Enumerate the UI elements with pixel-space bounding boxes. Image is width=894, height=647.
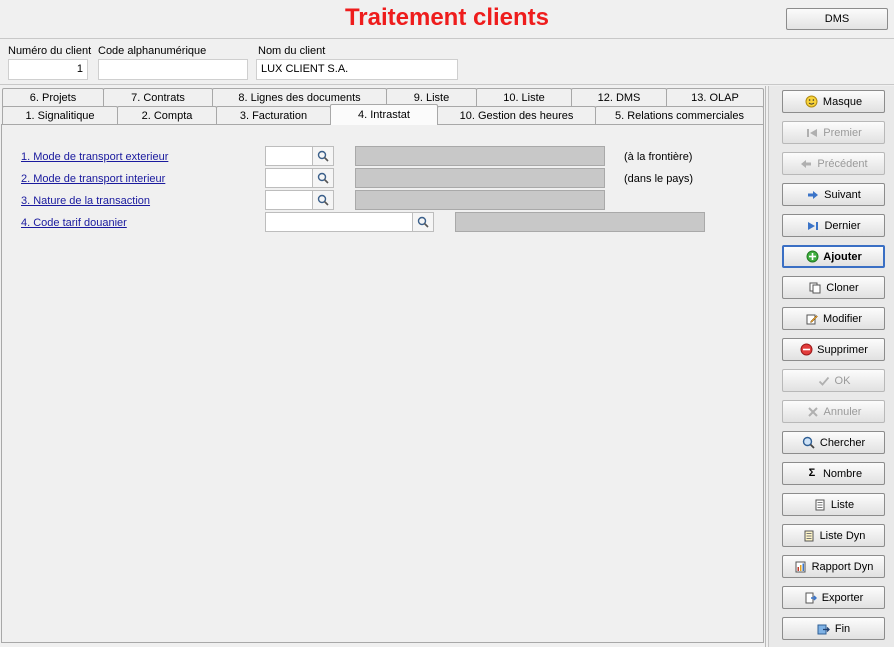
exporter-button[interactable]: Exporter: [782, 586, 885, 609]
precedent-label: Précédent: [817, 157, 868, 170]
next-icon: [806, 188, 820, 202]
header-divider: [0, 38, 894, 39]
nature-transaction-lookup-button[interactable]: [312, 190, 334, 210]
list-icon: [813, 498, 827, 512]
client-number-field[interactable]: 1: [8, 59, 88, 80]
transport-exterieur-description: [355, 146, 605, 166]
transport-interieur-code-input[interactable]: [265, 168, 313, 188]
transport-interieur-link[interactable]: 2. Mode de transport interieur: [21, 173, 165, 185]
masque-label: Masque: [822, 95, 863, 108]
tab-relations-commerciales[interactable]: 5. Relations commerciales: [595, 106, 764, 125]
fin-button[interactable]: Fin: [782, 617, 885, 640]
cloner-button[interactable]: Cloner: [782, 276, 885, 299]
client-name-label: Nom du client: [258, 45, 326, 57]
annuler-label: Annuler: [823, 405, 862, 418]
client-number-label: Numéro du client: [8, 45, 92, 57]
ajouter-button[interactable]: Ajouter: [782, 245, 885, 268]
tab-intrastat[interactable]: 4. Intrastat: [330, 104, 438, 125]
fin-label: Fin: [834, 622, 851, 635]
client-code-label: Code alphanumérique: [98, 45, 207, 57]
previous-icon: [799, 157, 813, 171]
modifier-label: Modifier: [822, 312, 863, 325]
liste-dyn-label: Liste Dyn: [819, 529, 866, 542]
exit-icon: [817, 622, 831, 636]
tab-liste-10[interactable]: 10. Liste: [476, 88, 572, 107]
chercher-button[interactable]: Chercher: [782, 431, 885, 454]
liste-dyn-button[interactable]: Liste Dyn: [782, 524, 885, 547]
magnifier-icon: [317, 172, 329, 184]
transport-exterieur-note: (à la frontière): [624, 151, 693, 163]
dernier-label: Dernier: [824, 219, 861, 232]
tab-gestion-heures[interactable]: 10. Gestion des heures: [437, 106, 596, 125]
code-tarif-douanier-input[interactable]: [265, 212, 413, 232]
premier-button[interactable]: Premier: [782, 121, 885, 144]
tab-olap[interactable]: 13. OLAP: [666, 88, 764, 107]
transport-interieur-description: [355, 168, 605, 188]
cloner-label: Cloner: [826, 281, 859, 294]
supprimer-label: Supprimer: [817, 343, 868, 356]
code-tarif-douanier-link[interactable]: 4. Code tarif douanier: [21, 217, 127, 229]
suivant-button[interactable]: Suivant: [782, 183, 885, 206]
tab-contrats[interactable]: 7. Contrats: [103, 88, 213, 107]
transport-interieur-note: (dans le pays): [624, 173, 694, 185]
smiley-icon: [805, 95, 819, 109]
export-icon: [804, 591, 818, 605]
annuler-button[interactable]: Annuler: [782, 400, 885, 423]
report-icon: [794, 560, 808, 574]
delete-icon: [799, 343, 813, 357]
magnifier-icon: [317, 150, 329, 162]
check-icon: [817, 374, 831, 388]
dms-button[interactable]: DMS: [786, 8, 888, 30]
premier-label: Premier: [823, 126, 862, 139]
add-icon: [805, 250, 819, 264]
liste-button[interactable]: Liste: [782, 493, 885, 516]
rapport-dyn-button[interactable]: Rapport Dyn: [782, 555, 885, 578]
tab-projets[interactable]: 6. Projets: [2, 88, 104, 107]
nombre-button[interactable]: Σ Nombre: [782, 462, 885, 485]
ajouter-label: Ajouter: [823, 250, 862, 263]
nature-transaction-code-input[interactable]: [265, 190, 313, 210]
tab-facturation[interactable]: 3. Facturation: [216, 106, 331, 125]
transport-exterieur-lookup-button[interactable]: [312, 146, 334, 166]
ok-label: OK: [834, 374, 851, 387]
fields-divider: [0, 84, 894, 85]
tab-dms[interactable]: 12. DMS: [571, 88, 667, 107]
masque-button[interactable]: Masque: [782, 90, 885, 113]
nature-transaction-description: [355, 190, 605, 210]
liste-label: Liste: [830, 498, 855, 511]
modifier-button[interactable]: Modifier: [782, 307, 885, 330]
chercher-label: Chercher: [819, 436, 866, 449]
clone-icon: [808, 281, 822, 295]
sigma-icon: Σ: [808, 467, 816, 479]
rapport-dyn-label: Rapport Dyn: [811, 560, 874, 573]
nature-transaction-link[interactable]: 3. Nature de la transaction: [21, 195, 150, 207]
tab-compta[interactable]: 2. Compta: [117, 106, 217, 125]
page-title: Traitement clients: [344, 4, 550, 31]
search-icon: [802, 436, 816, 450]
last-icon: [806, 219, 820, 233]
edit-icon: [805, 312, 819, 326]
suivant-label: Suivant: [824, 188, 861, 201]
action-panel: Masque Premier Précédent Suivant Dernier…: [768, 86, 894, 647]
code-tarif-douanier-lookup-button[interactable]: [412, 212, 434, 232]
precedent-button[interactable]: Précédent: [782, 152, 885, 175]
client-name-field[interactable]: LUX CLIENT S.A.: [256, 59, 458, 80]
dernier-button[interactable]: Dernier: [782, 214, 885, 237]
client-code-field[interactable]: [98, 59, 248, 80]
magnifier-icon: [417, 216, 429, 228]
code-tarif-douanier-description: [455, 212, 705, 232]
cancel-icon: [806, 405, 820, 419]
supprimer-button[interactable]: Supprimer: [782, 338, 885, 361]
nombre-label: Nombre: [822, 467, 863, 480]
first-icon: [805, 126, 819, 140]
transport-exterieur-link[interactable]: 1. Mode de transport exterieur: [21, 151, 168, 163]
magnifier-icon: [317, 194, 329, 206]
tab-signalitique[interactable]: 1. Signalitique: [2, 106, 118, 125]
exporter-label: Exporter: [821, 591, 864, 604]
transport-interieur-lookup-button[interactable]: [312, 168, 334, 188]
transport-exterieur-code-input[interactable]: [265, 146, 313, 166]
ok-button[interactable]: OK: [782, 369, 885, 392]
dyn-list-icon: [802, 529, 816, 543]
